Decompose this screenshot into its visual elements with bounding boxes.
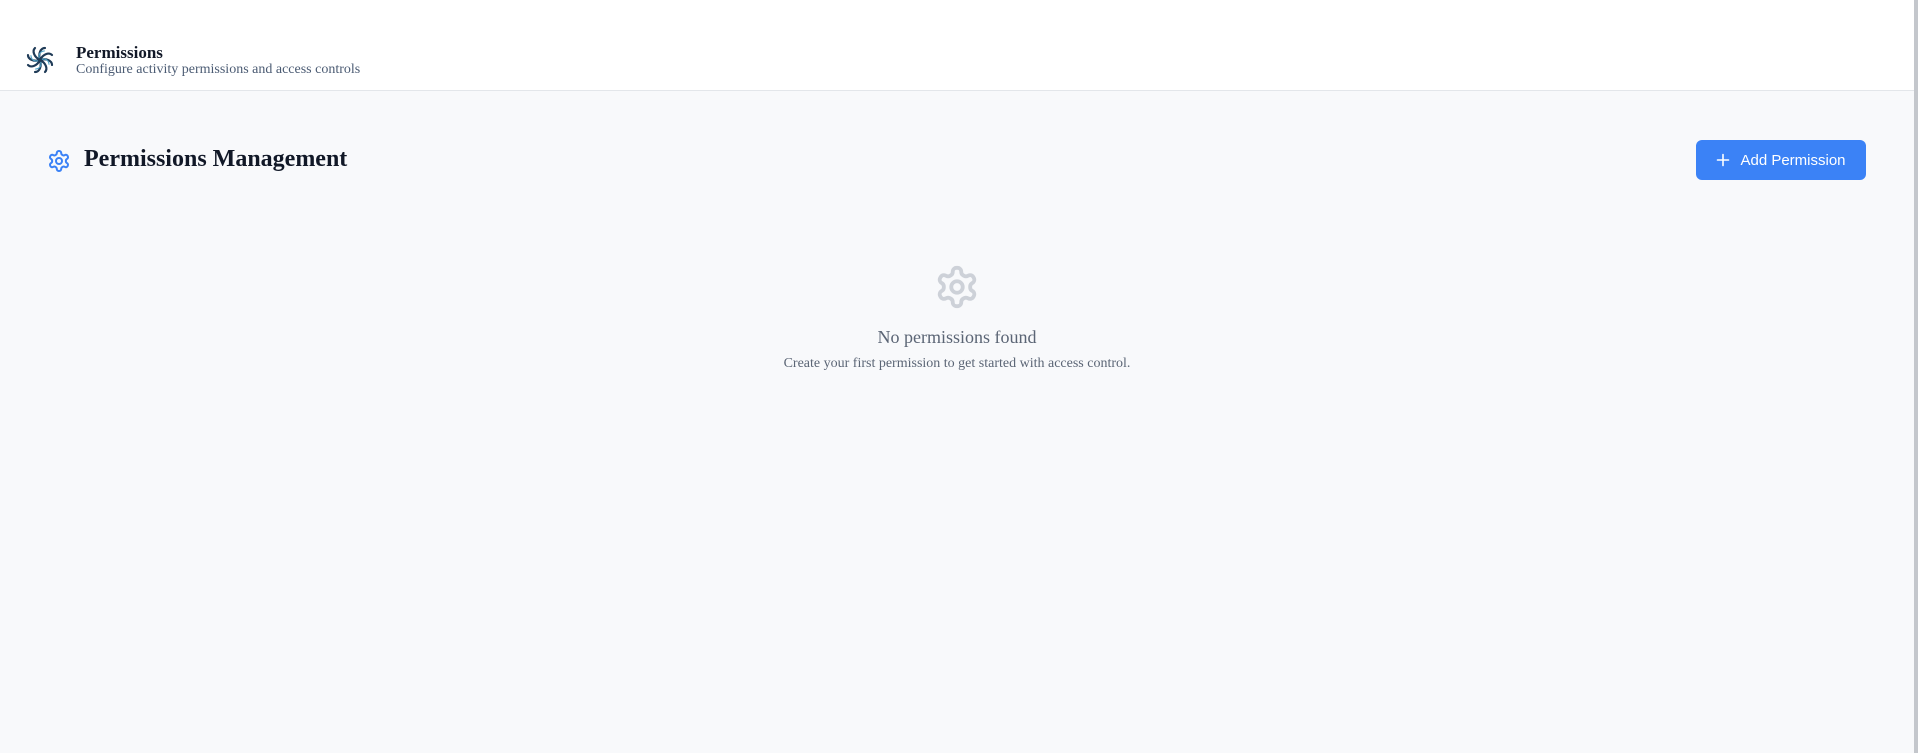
page-title: Permissions [76,43,163,62]
add-permission-button[interactable]: Add Permission [1696,140,1866,180]
plus-icon [1717,153,1730,167]
pinwheel-logo-icon [26,46,54,74]
add-permission-label: Add Permission [1740,151,1846,169]
vertical-scrollbar[interactable] [1914,0,1918,753]
gear-icon [49,150,69,172]
empty-state-title: No permissions found [877,327,1037,347]
page-subtitle: Configure activity permissions and acces… [76,62,361,77]
empty-state-gear-icon [937,265,977,309]
section-title: Permissions Management [84,146,348,172]
top-header: Permissions Configure activity permissio… [0,0,1914,91]
page: Permissions Configure activity permissio… [0,0,1918,753]
empty-state-description: Create your first permission to get star… [783,356,1131,371]
